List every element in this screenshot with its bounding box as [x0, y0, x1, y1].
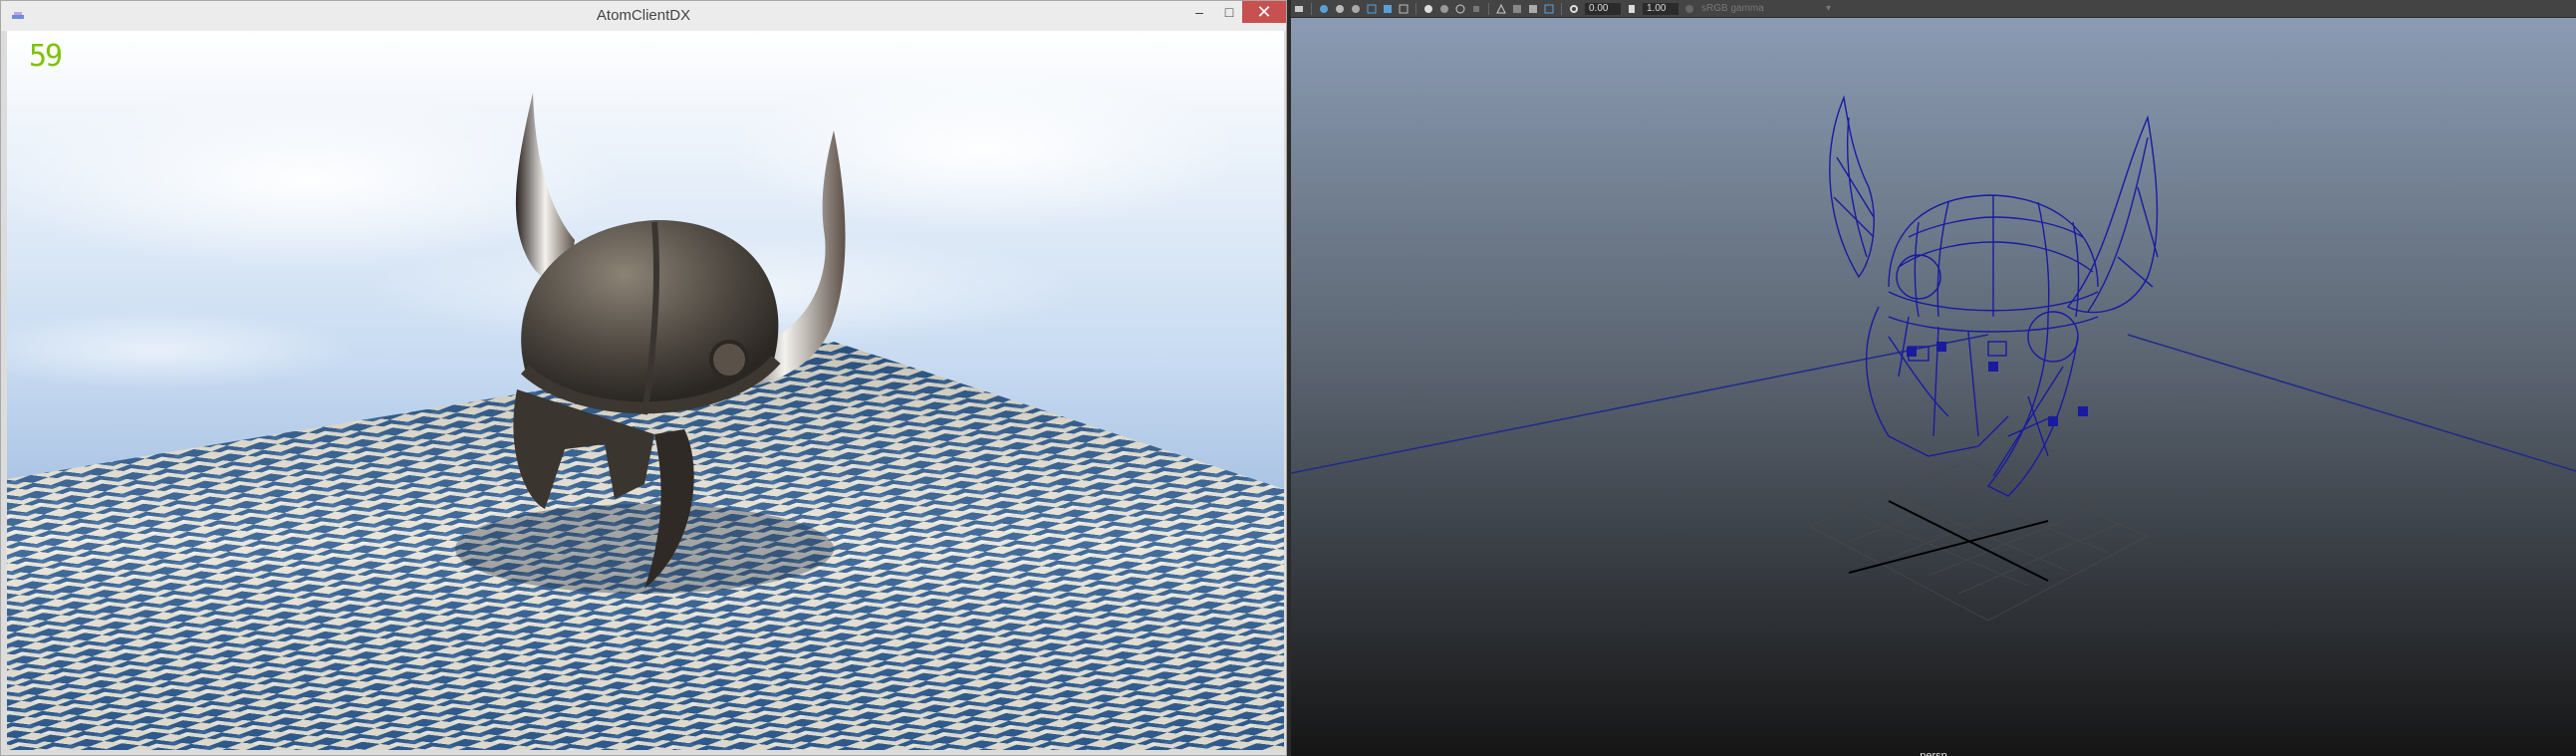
film-gate-icon[interactable]: [1382, 3, 1394, 15]
render-viewport[interactable]: 59: [7, 31, 1284, 750]
color-space-dropdown[interactable]: sRGB gamma ▾: [1701, 3, 1831, 14]
maya-viewport-panel: 0.00 1.00 sRGB gamma ▾ persp: [1291, 0, 2576, 756]
fps-counter: 59: [29, 39, 63, 74]
gamma-field[interactable]: 1.00: [1643, 2, 1678, 15]
close-icon: ✕: [1256, 1, 1272, 22]
resolution-gate-icon[interactable]: [1398, 3, 1410, 15]
bookmark-icon[interactable]: [1334, 3, 1346, 15]
view-transform-icon[interactable]: [1683, 3, 1695, 15]
exposure-field[interactable]: 0.00: [1585, 2, 1621, 15]
textured-icon[interactable]: [1527, 3, 1539, 15]
select-camera-icon[interactable]: [1293, 3, 1305, 15]
toolbar-separator: [1561, 2, 1562, 15]
wireframe-icon[interactable]: [1495, 3, 1507, 15]
rendered-scene: [7, 31, 1284, 750]
safe-title-icon[interactable]: [1470, 3, 1482, 15]
camera-name-label: persp: [1920, 750, 1947, 756]
close-button[interactable]: ✕: [1242, 1, 1286, 23]
maximize-button[interactable]: □: [1214, 1, 1244, 23]
lights-icon[interactable]: [1543, 3, 1555, 15]
gamma-icon[interactable]: [1626, 3, 1638, 15]
panel-toolbar: 0.00 1.00 sRGB gamma ▾: [1291, 0, 2576, 18]
maximize-icon: □: [1224, 4, 1234, 20]
camera-attributes-icon[interactable]: [1318, 3, 1330, 15]
image-plane-icon[interactable]: [1350, 3, 1362, 15]
toolbar-separator: [1488, 2, 1489, 15]
toolbar-separator: [1416, 2, 1417, 15]
atomclient-window: AtomClientDX – □ ✕ 59: [0, 0, 1287, 756]
window-title: AtomClientDX: [596, 7, 691, 24]
perspective-viewport[interactable]: persp: [1291, 18, 2576, 756]
smooth-shade-icon[interactable]: [1511, 3, 1523, 15]
color-space-value: sRGB gamma: [1701, 3, 1764, 14]
viewport-canvas: [1291, 18, 2576, 756]
title-bar[interactable]: AtomClientDX – □ ✕: [1, 1, 1286, 31]
safe-action-icon[interactable]: [1454, 3, 1466, 15]
gate-mask-icon[interactable]: [1422, 3, 1434, 15]
minimize-button[interactable]: –: [1184, 1, 1214, 23]
toolbar-separator: [1311, 2, 1312, 15]
minimize-icon: –: [1195, 4, 1203, 20]
field-chart-icon[interactable]: [1438, 3, 1450, 15]
grid-icon[interactable]: [1366, 3, 1378, 15]
exposure-icon[interactable]: [1568, 3, 1580, 15]
chevron-down-icon: ▾: [1825, 3, 1831, 14]
